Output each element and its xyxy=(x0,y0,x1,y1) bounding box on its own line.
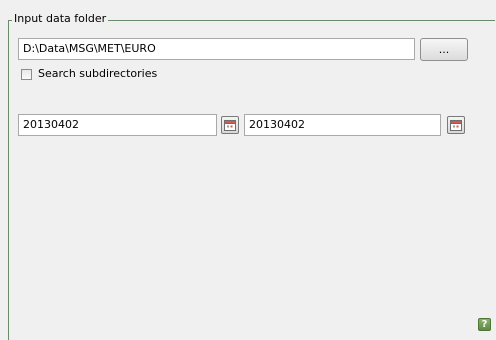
calendar-icon xyxy=(224,120,236,131)
search-subdirectories-label: Search subdirectories xyxy=(38,67,158,80)
search-subdirectories-option[interactable]: Search subdirectories xyxy=(21,67,157,81)
folder-path-input[interactable]: D:\Data\MSG\MET\EURO xyxy=(18,38,415,60)
input-data-folder-panel: Input data folder D:\Data\MSG\MET\EURO .… xyxy=(0,0,496,340)
end-date-input[interactable]: 20130402 xyxy=(244,114,441,136)
end-date-calendar-button[interactable] xyxy=(447,116,465,134)
search-subdirectories-checkbox[interactable] xyxy=(21,68,32,80)
help-icon[interactable]: ? xyxy=(478,318,491,331)
calendar-icon xyxy=(450,120,462,131)
start-date-input[interactable]: 20130402 xyxy=(18,114,217,136)
browse-button[interactable]: ... xyxy=(420,38,468,61)
start-date-calendar-button[interactable] xyxy=(221,116,239,134)
groupbox-title: Input data folder xyxy=(12,12,109,26)
